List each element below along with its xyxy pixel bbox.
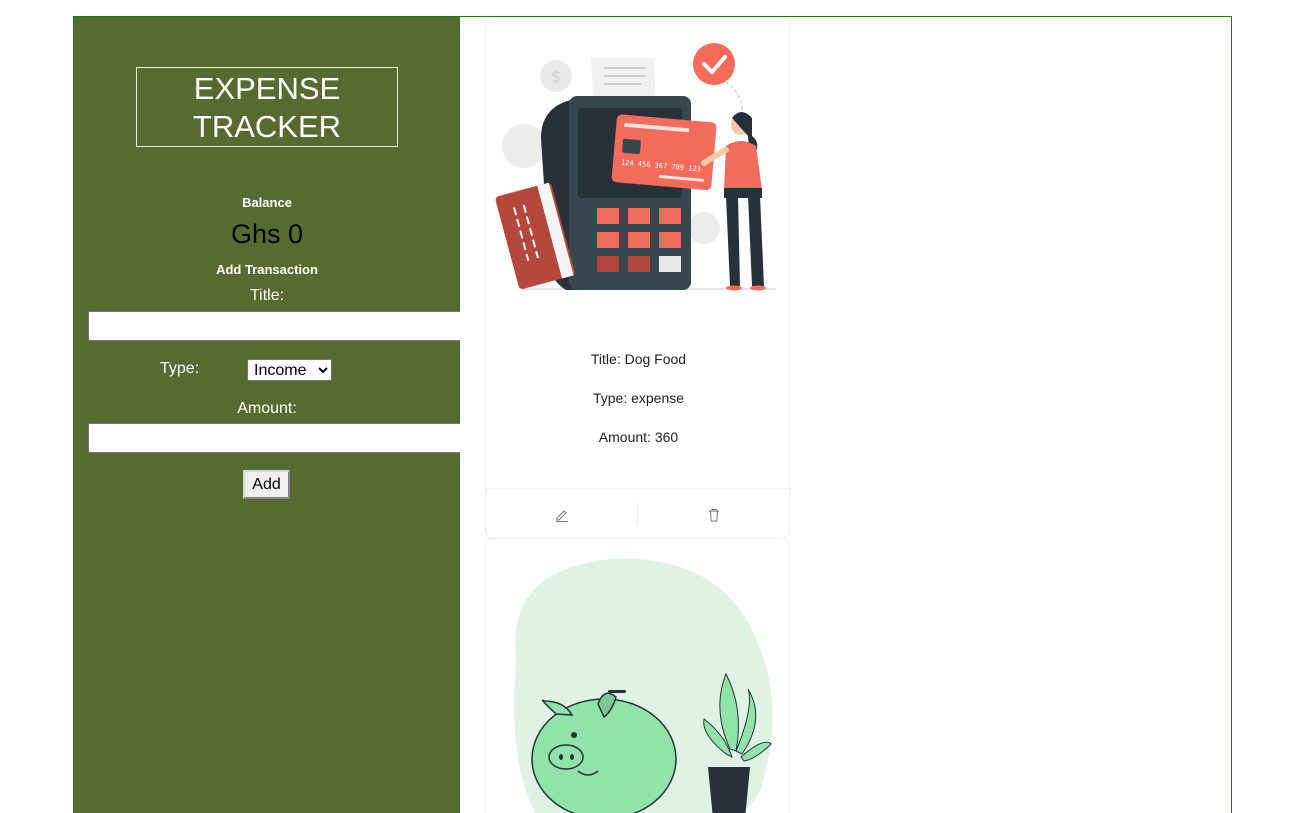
balance-label: Balance [242,195,292,210]
app-title-line2: TRACKER [192,109,342,144]
title-input[interactable] [88,311,472,341]
balance-value: Ghs 0 [230,219,304,249]
amount-field-label: Amount: [237,400,297,417]
transaction-list: $ 124 456 367 789 123 Title: Dog Food Ty… [460,17,1231,813]
amount-input[interactable] [88,423,472,453]
pencil-icon [556,510,568,522]
piggy-bank-illustration [514,558,773,813]
card-actions [486,488,789,538]
add-transaction-heading: Add Transaction [216,262,318,277]
type-select[interactable]: Income [247,359,332,381]
transaction-amount: Amount: 360 [598,429,679,445]
title-field-label: Title: [249,287,285,304]
delete-button[interactable] [638,489,789,538]
transaction-card: $ 124 456 367 789 123 Title: Dog Food Ty… [485,17,790,539]
edit-button[interactable] [486,489,638,538]
card-payment-illustration: $ 124 456 367 789 123 [495,43,776,291]
type-field-label: Type: [160,360,200,377]
sidebar: EXPENSE TRACKER Balance Ghs 0 Add Transa… [74,17,472,813]
trash-icon [709,509,719,522]
transaction-card [485,538,790,813]
add-button[interactable]: Add [243,470,290,499]
transaction-type: Type: expense [592,390,685,406]
svg-text:$: $ [551,67,561,86]
app-title: EXPENSE TRACKER [136,67,398,147]
app-title-line1: EXPENSE [193,71,341,106]
transaction-title: Title: Dog Food [590,351,687,367]
app-container: EXPENSE TRACKER Balance Ghs 0 Add Transa… [73,16,1232,813]
